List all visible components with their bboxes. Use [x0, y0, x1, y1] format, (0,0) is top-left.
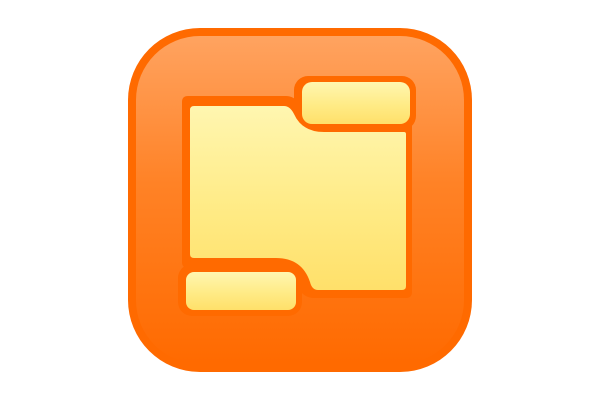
folder-tab-top: [302, 82, 410, 124]
app-icon[interactable]: [128, 28, 472, 372]
folder-split-icon: [128, 28, 472, 372]
canvas: [0, 0, 600, 400]
folder-tab-bottom: [186, 272, 296, 310]
